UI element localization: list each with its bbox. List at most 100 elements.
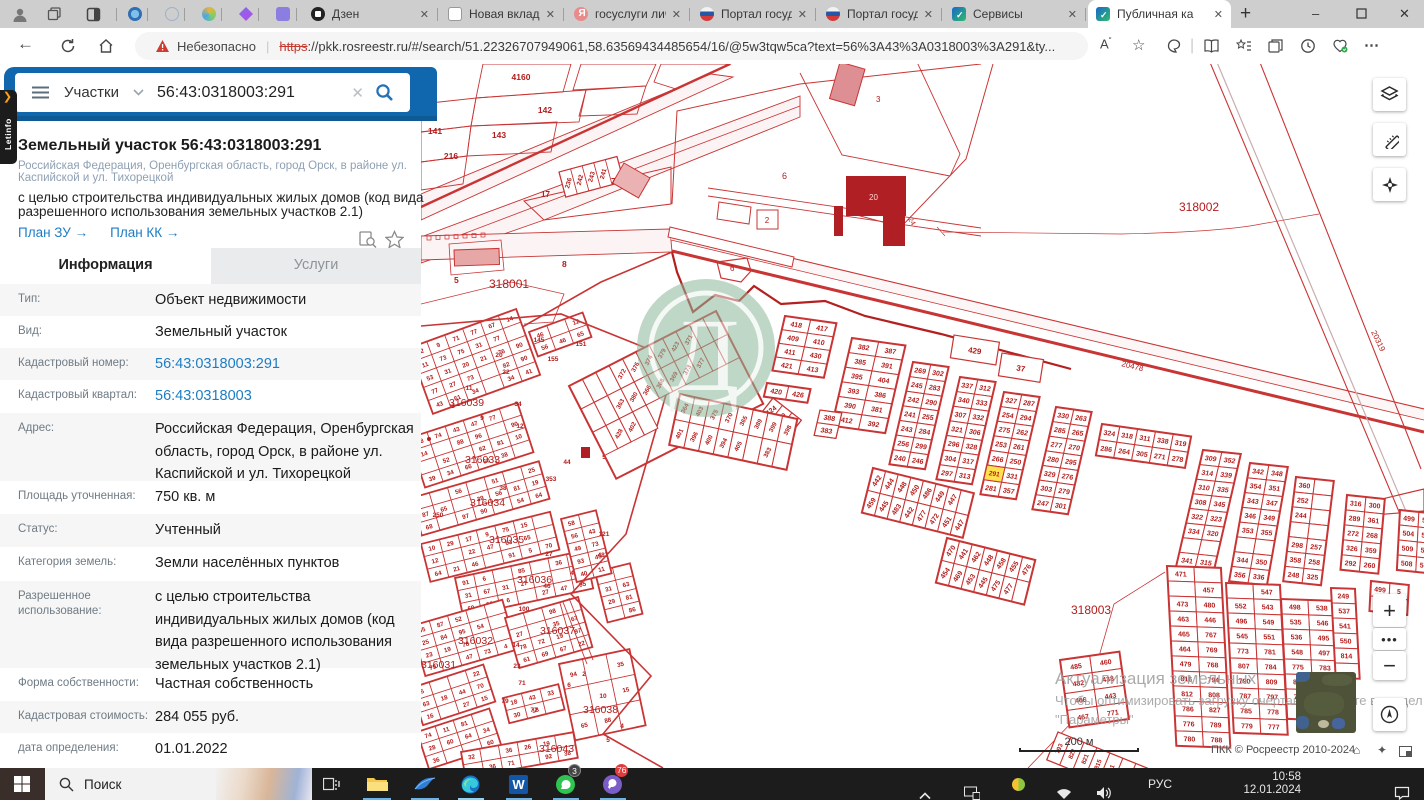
svg-text:8: 8 [562, 259, 567, 269]
svg-text:318002: 318002 [1179, 200, 1219, 214]
svg-text:258: 258 [1308, 559, 1321, 567]
svg-text:471: 471 [1175, 571, 1187, 578]
svg-text:497: 497 [1318, 650, 1330, 657]
svg-text:22: 22 [502, 369, 510, 376]
svg-text:10: 10 [599, 693, 607, 700]
svg-text:339: 339 [1219, 472, 1232, 480]
svg-text:316032: 316032 [458, 635, 493, 647]
svg-text:359: 359 [1365, 547, 1377, 555]
svg-text:7: 7 [611, 177, 616, 186]
svg-text:361: 361 [1367, 517, 1379, 525]
svg-text:216: 216 [444, 151, 458, 161]
svg-text:769: 769 [1206, 647, 1218, 654]
svg-text:354: 354 [1249, 483, 1262, 491]
svg-text:Актуализация земельных: Актуализация земельных [1055, 669, 1257, 688]
svg-text:12: 12 [516, 423, 524, 430]
svg-text:17: 17 [541, 190, 550, 199]
svg-text:11: 11 [466, 385, 473, 392]
svg-text:498: 498 [1289, 604, 1301, 611]
svg-text:341: 341 [1180, 558, 1193, 566]
svg-text:250: 250 [433, 512, 444, 519]
svg-text:6: 6 [730, 264, 735, 273]
svg-text:316033: 316033 [465, 454, 500, 466]
svg-text:316035: 316035 [489, 534, 524, 546]
svg-text:535: 535 [1290, 619, 1302, 626]
svg-text:350: 350 [1255, 559, 1268, 567]
svg-text:499: 499 [1403, 515, 1415, 523]
svg-text:316039: 316039 [449, 397, 484, 409]
svg-text:38: 38 [499, 485, 507, 492]
svg-text:506: 506 [1420, 547, 1424, 555]
svg-text:789: 789 [1210, 722, 1222, 729]
svg-text:334: 334 [1187, 528, 1200, 536]
svg-text:4: 4 [620, 723, 624, 730]
svg-text:316: 316 [1350, 500, 1362, 508]
svg-text:2: 2 [582, 671, 586, 678]
svg-text:326: 326 [1346, 545, 1358, 553]
svg-text:2: 2 [765, 216, 770, 225]
svg-text:549: 549 [1262, 619, 1274, 626]
svg-text:356: 356 [1233, 572, 1246, 580]
svg-text:318003: 318003 [1071, 603, 1111, 617]
svg-text:509: 509 [1401, 545, 1413, 553]
svg-text:814: 814 [1341, 653, 1353, 660]
svg-text:121: 121 [599, 531, 610, 538]
svg-text:345: 345 [1213, 501, 1226, 509]
svg-text:360: 360 [1298, 482, 1311, 490]
svg-text:44: 44 [563, 459, 571, 466]
svg-text:316034: 316034 [470, 497, 505, 509]
svg-text:3: 3 [876, 95, 881, 104]
svg-text:342: 342 [1252, 468, 1265, 476]
svg-text:260: 260 [1363, 562, 1375, 570]
svg-text:20: 20 [495, 352, 503, 359]
svg-text:100: 100 [519, 606, 530, 613]
svg-text:309: 309 [1204, 455, 1217, 463]
svg-text:465: 465 [1178, 631, 1190, 638]
svg-text:142: 142 [538, 105, 552, 115]
svg-text:289: 289 [1348, 515, 1360, 523]
svg-text:473: 473 [1176, 601, 1188, 608]
svg-text:552: 552 [1235, 603, 1247, 610]
svg-text:79: 79 [501, 698, 509, 705]
svg-text:9: 9 [480, 415, 484, 422]
svg-text:249: 249 [1337, 593, 1349, 600]
svg-text:781: 781 [1264, 649, 1276, 656]
svg-text:547: 547 [1261, 589, 1273, 596]
svg-text:776: 776 [1183, 721, 1195, 728]
svg-text:775: 775 [1292, 664, 1304, 671]
svg-text:143: 143 [492, 130, 506, 140]
svg-text:343: 343 [1246, 498, 1259, 506]
svg-text:244: 244 [1295, 512, 1308, 520]
svg-text:505: 505 [1420, 562, 1424, 570]
svg-text:543: 543 [1262, 604, 1274, 611]
svg-text:4: 4 [570, 570, 574, 577]
svg-text:348: 348 [1270, 470, 1283, 478]
svg-text:6: 6 [567, 682, 571, 689]
svg-text:141: 141 [428, 126, 442, 136]
svg-text:257: 257 [1310, 544, 1323, 552]
svg-text:272: 272 [1347, 530, 1359, 538]
svg-text:538: 538 [1316, 605, 1328, 612]
svg-text:298: 298 [1291, 542, 1304, 550]
svg-text:773: 773 [1237, 648, 1249, 655]
svg-text:155: 155 [548, 356, 559, 363]
svg-text:346: 346 [1244, 513, 1257, 521]
svg-text:809: 809 [1266, 679, 1278, 686]
svg-text:316043: 316043 [539, 743, 574, 755]
svg-text:479: 479 [1180, 661, 1192, 668]
svg-text:780: 780 [1184, 736, 1196, 743]
svg-text:541: 541 [1339, 623, 1351, 630]
svg-text:Д: Д [669, 298, 740, 413]
svg-text:548: 548 [1291, 649, 1303, 656]
svg-text:537: 537 [1338, 608, 1350, 615]
svg-text:325: 325 [1306, 574, 1319, 582]
svg-text:784: 784 [1265, 664, 1277, 671]
svg-text:536: 536 [1290, 634, 1302, 641]
svg-text:300: 300 [1368, 502, 1380, 510]
svg-text:6: 6 [782, 171, 787, 181]
svg-text:358: 358 [1289, 557, 1302, 565]
svg-text:4160: 4160 [512, 72, 531, 82]
svg-text:252: 252 [1296, 497, 1309, 505]
svg-text:27: 27 [545, 551, 553, 558]
svg-text:504: 504 [1402, 530, 1414, 538]
